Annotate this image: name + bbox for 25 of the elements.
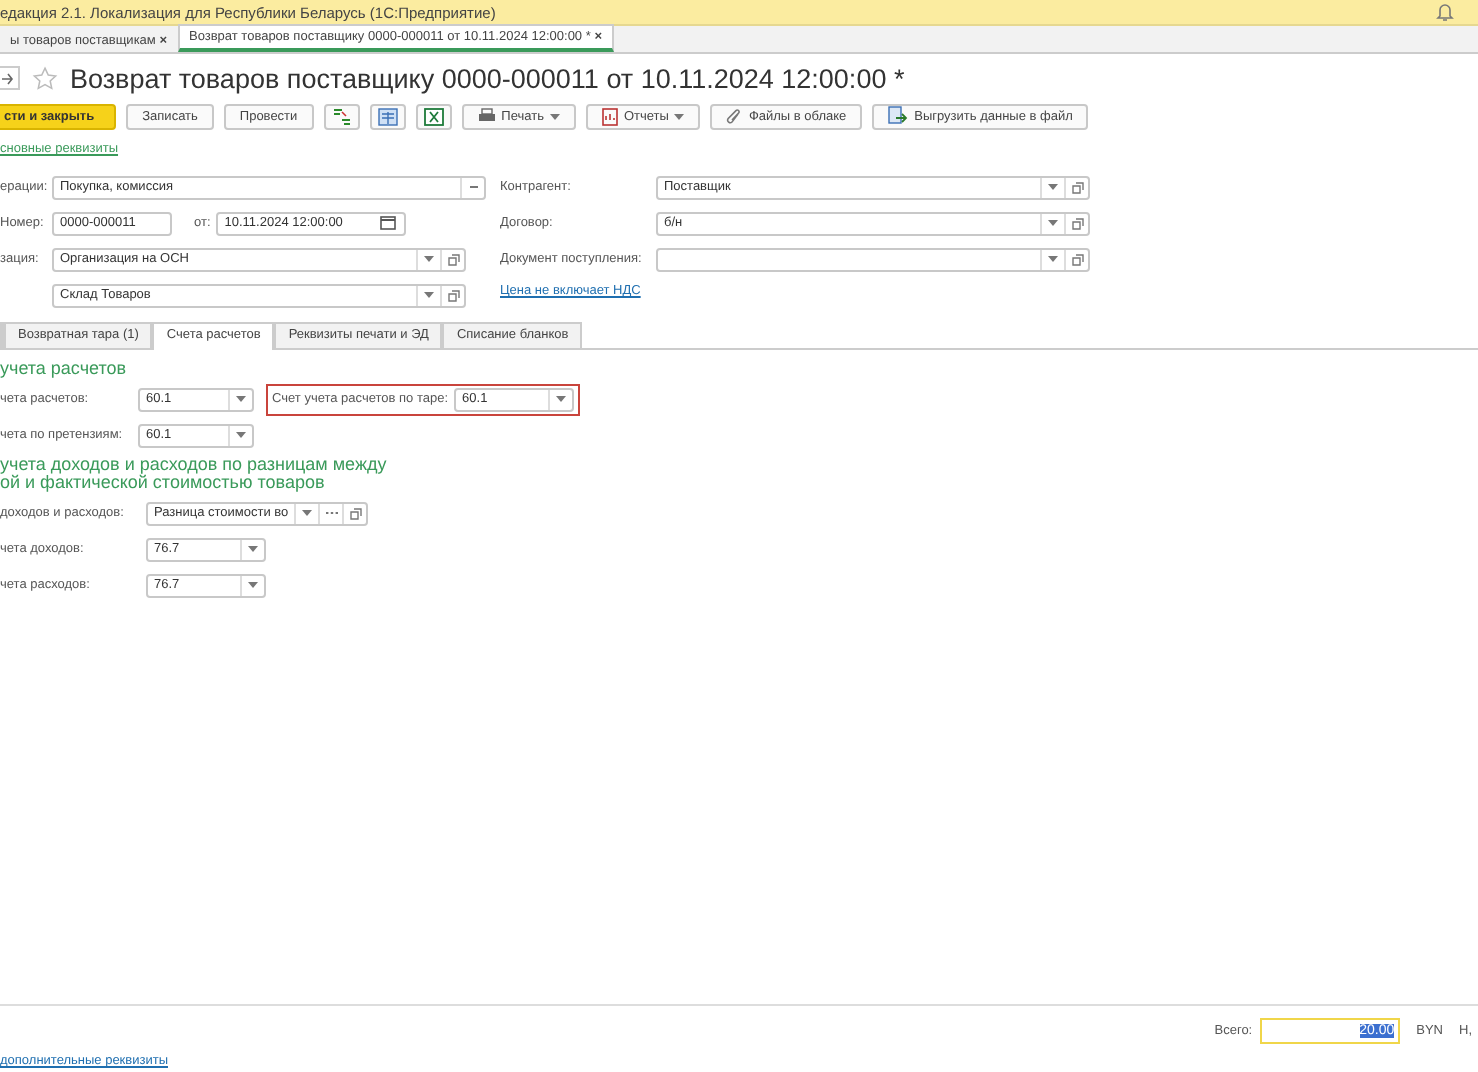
open-window-icon[interactable]: [1071, 253, 1083, 265]
document-title: Возврат товаров поставщику 0000-000011 от 10.11.2024 12:00:00 *: [70, 63, 905, 93]
spreadsheet-button[interactable]: [415, 103, 452, 129]
ledger-button[interactable]: [323, 103, 360, 129]
ledger-icon: [331, 107, 352, 125]
open-window-icon[interactable]: [447, 253, 459, 265]
star-icon[interactable]: [32, 65, 58, 91]
report-icon: [601, 107, 618, 125]
table-icon: [377, 107, 398, 125]
calendar-icon[interactable]: [380, 216, 397, 230]
export-icon: [888, 106, 909, 126]
receipt-document-field[interactable]: [656, 247, 1090, 271]
bell-icon[interactable]: [1436, 2, 1454, 22]
paperclip-icon: [726, 107, 743, 125]
spreadsheet-icon: [423, 107, 444, 125]
open-window-icon[interactable]: [1071, 217, 1083, 229]
forward-button[interactable]: [0, 66, 20, 90]
open-window-icon[interactable]: [447, 289, 459, 301]
printer-icon: [477, 108, 496, 124]
section-heading: учета доходов и расходов по разницам между ой и фактической стоимостью товаров: [0, 456, 389, 492]
open-window-icon[interactable]: [1071, 181, 1083, 193]
section-heading: учета расчетов: [0, 358, 129, 378]
open-window-icon[interactable]: [349, 507, 362, 519]
arrow-icon: [2, 71, 14, 85]
table-button[interactable]: [369, 103, 406, 129]
